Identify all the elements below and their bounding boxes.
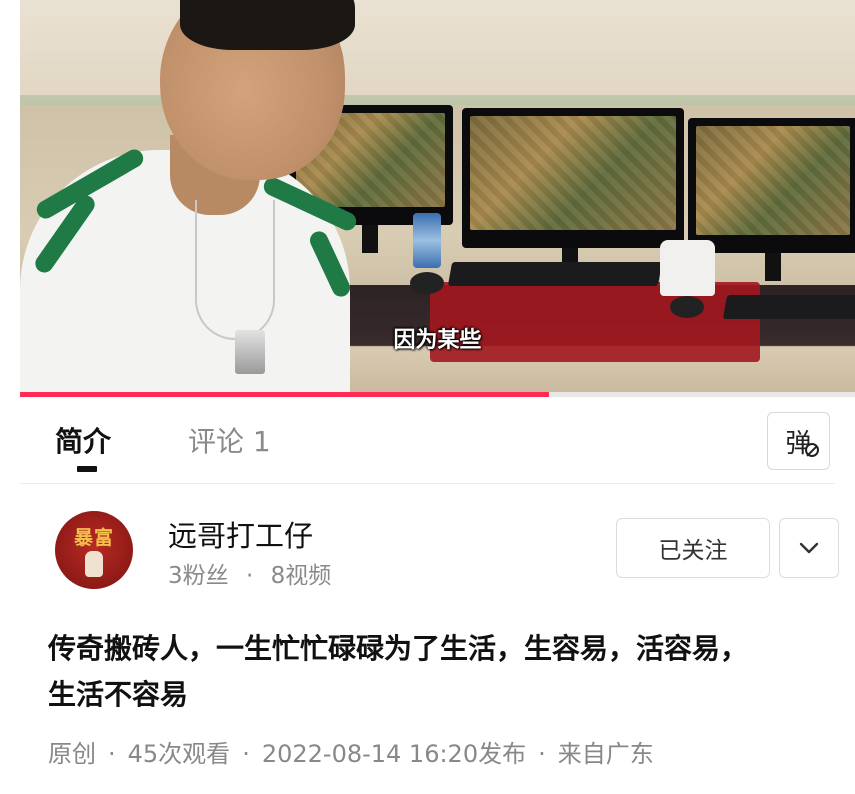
avatar-text: 暴富 [73,527,114,549]
tab-comments-label: 评论 1 [188,425,271,458]
video-paper-cup [660,240,715,296]
video-mouse [670,296,704,318]
video-mouse [410,272,444,294]
tab-comments[interactable]: 评论 1 [188,420,271,460]
tab-intro-label: 简介 [55,425,112,458]
video-player[interactable]: 因为某些 [20,0,855,392]
chevron-down-icon [799,542,819,554]
author-name[interactable]: 远哥打工仔 [168,513,313,555]
video-drink-can [413,213,441,268]
meta-original: 原创 [48,740,96,768]
author-avatar[interactable]: 暴富 [55,511,133,589]
meta-separator: · [242,740,250,768]
author-videos: 8视频 [270,563,332,589]
meta-views: 45次观看 [127,740,231,768]
author-more-button[interactable] [779,518,839,578]
active-tab-indicator [77,466,97,472]
meta-separator: · [108,740,116,768]
video-subtitle: 因为某些 [393,328,482,353]
video-monitor [688,118,855,281]
danmaku-off-icon [805,443,819,457]
tab-intro[interactable]: 简介 [55,420,112,472]
author-followers: 3粉丝 [168,563,229,589]
meta-published: 2022-08-14 16:20发布 [261,740,527,768]
video-progress-fill [20,392,549,397]
video-progress-bar[interactable] [20,392,855,397]
avatar-hand-icon [85,551,103,577]
video-keyboard [722,295,855,319]
video-monitor [462,108,684,276]
meta-separator: · [538,740,546,768]
danmaku-toggle-button[interactable]: 弹 [767,412,830,470]
divider [20,483,835,484]
video-description: 传奇搬砖人，一生忙忙碌碌为了生活，生容易，活容易，生活不容易 [48,632,749,711]
meta-location: 来自广东 [557,740,654,768]
video-keyboard [447,262,663,286]
stats-separator: · [245,563,254,589]
video-meta: 原创 · 45次观看 · 2022-08-14 16:20发布 · 来自广东 [48,734,654,769]
detail-tabs: 简介 评论 1 弹 [0,400,855,482]
following-button[interactable]: 已关注 [616,518,770,578]
author-stats: 3粉丝 · 8视频 [168,556,331,590]
